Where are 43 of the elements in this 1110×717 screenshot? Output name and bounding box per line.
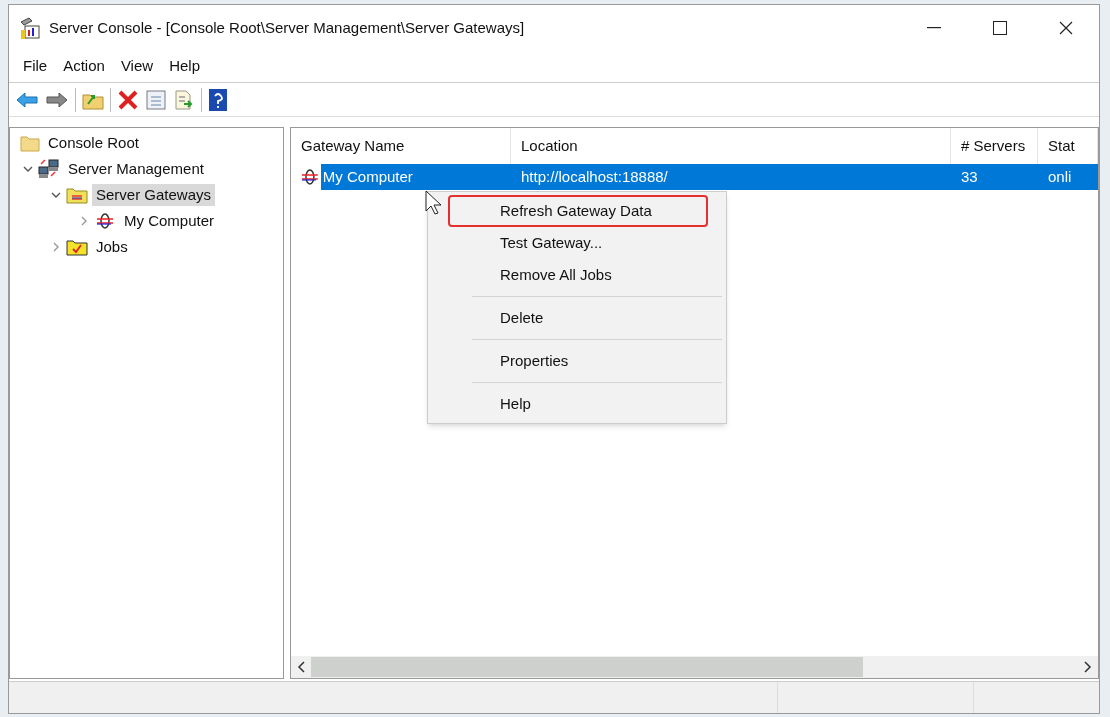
tree-item[interactable]: Jobs bbox=[92, 235, 132, 259]
delete-icon[interactable] bbox=[117, 88, 139, 111]
menu-item[interactable]: Help bbox=[161, 55, 208, 78]
folder-icon bbox=[20, 134, 40, 152]
export-list-icon[interactable] bbox=[173, 88, 195, 111]
horizontal-scrollbar[interactable] bbox=[291, 656, 1098, 678]
help-icon[interactable] bbox=[208, 87, 228, 112]
menu-item[interactable]: Properties bbox=[448, 345, 708, 377]
table-cell: http://localhost:18888/ bbox=[511, 164, 951, 190]
list-row[interactable]: My Computer bbox=[320, 164, 511, 190]
tree-item[interactable]: Console Root bbox=[44, 131, 143, 155]
scroll-right-icon[interactable] bbox=[1084, 661, 1092, 673]
menu-item[interactable]: Test Gateway... bbox=[448, 227, 708, 259]
minimize-icon bbox=[927, 27, 941, 29]
back-arrow-icon[interactable] bbox=[15, 89, 39, 110]
table-cell: 33 bbox=[951, 164, 1038, 190]
tree-item[interactable]: My Computer bbox=[120, 209, 219, 233]
mouse-cursor-icon bbox=[425, 190, 441, 216]
maximize-icon bbox=[993, 21, 1007, 35]
globe-icon bbox=[299, 168, 321, 186]
folder-icon bbox=[66, 186, 88, 204]
expand-chevron-icon[interactable] bbox=[23, 165, 33, 173]
menu-item[interactable]: Help bbox=[448, 388, 708, 420]
globe-icon bbox=[94, 212, 116, 230]
menu-item[interactable]: Remove All Jobs bbox=[448, 259, 708, 291]
tree-item[interactable]: Server Management bbox=[64, 157, 208, 181]
table-cell: onli bbox=[1038, 164, 1098, 190]
menu-item[interactable]: File bbox=[15, 55, 56, 78]
properties-icon[interactable] bbox=[145, 88, 167, 111]
scrollbar-thumb[interactable] bbox=[311, 657, 863, 677]
close-icon bbox=[1059, 21, 1073, 35]
expand-chevron-icon[interactable] bbox=[51, 191, 61, 199]
menu-item[interactable]: Delete bbox=[448, 302, 708, 334]
forward-arrow-icon[interactable] bbox=[45, 89, 69, 110]
menu-item[interactable]: View bbox=[112, 55, 162, 78]
app-icon bbox=[19, 16, 41, 40]
menu-item[interactable]: Refresh Gateway Data bbox=[448, 195, 708, 227]
tree-item[interactable]: Server Gateways bbox=[92, 183, 216, 207]
folder-icon bbox=[66, 238, 88, 256]
menu-item[interactable]: Action bbox=[55, 55, 113, 78]
scroll-left-icon[interactable] bbox=[297, 661, 305, 673]
servers-icon bbox=[38, 159, 60, 179]
window-title: Server Console - [Console Root\Server Management\Server Gateways] bbox=[49, 17, 525, 38]
